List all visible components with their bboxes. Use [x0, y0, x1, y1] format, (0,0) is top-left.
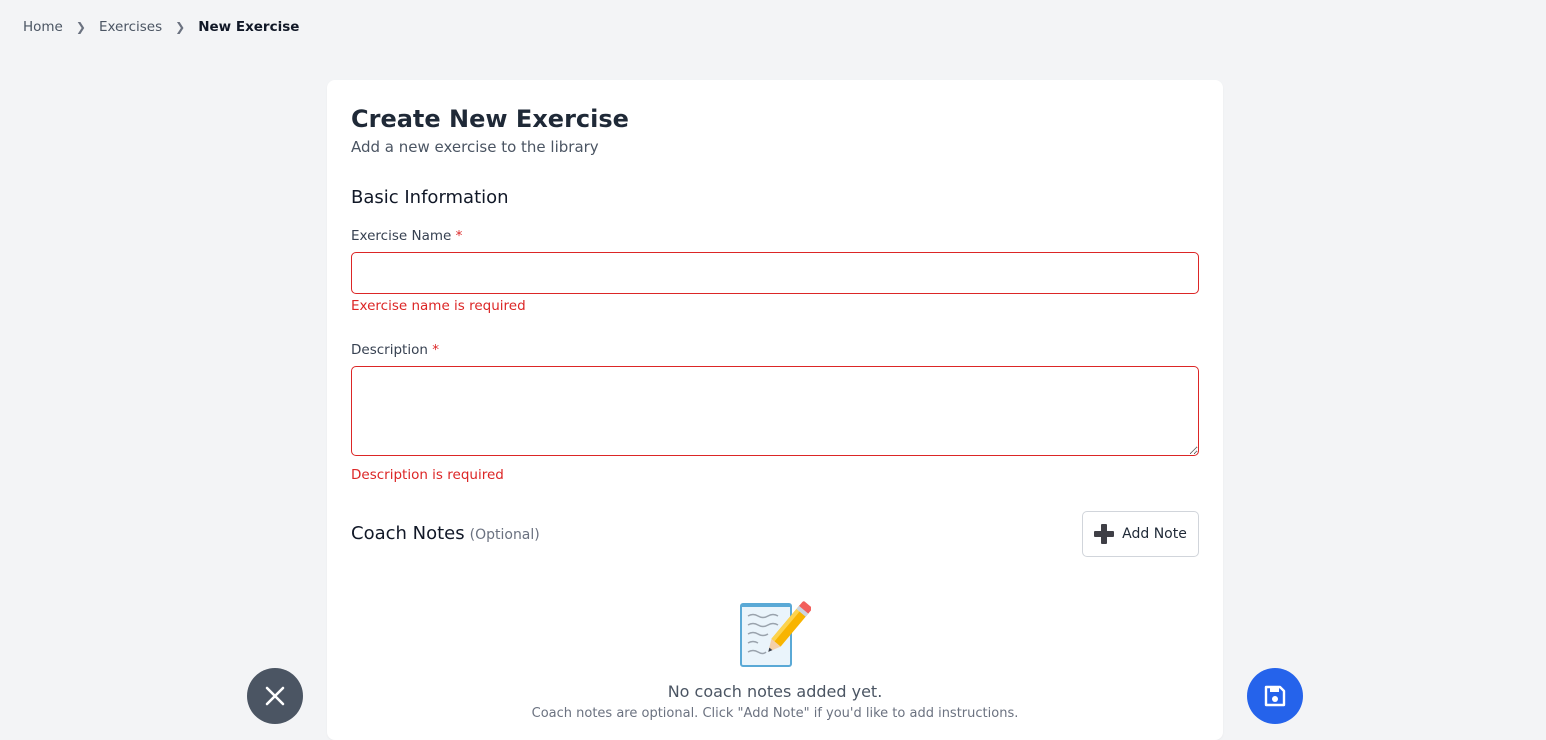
description-textarea[interactable]: [351, 366, 1199, 456]
plus-icon: [1094, 524, 1115, 544]
description-error: Description is required: [351, 467, 504, 483]
chevron-right-icon: ❯: [175, 20, 186, 34]
page-subtitle: Add a new exercise to the library: [351, 138, 599, 156]
add-note-label: Add Note: [1122, 526, 1187, 542]
empty-notes-subtitle: Coach notes are optional. Click "Add Not…: [531, 706, 1019, 721]
required-marker: *: [455, 228, 463, 244]
description-label-text: Description: [351, 342, 428, 358]
close-icon: [265, 686, 285, 706]
page-title: Create New Exercise: [351, 105, 629, 133]
breadcrumb-exercises[interactable]: Exercises: [99, 19, 162, 35]
required-marker: *: [432, 342, 439, 358]
exercise-name-label: Exercise Name *: [351, 228, 462, 244]
add-note-button[interactable]: Add Note: [1082, 511, 1199, 557]
breadcrumb-home[interactable]: Home: [23, 19, 63, 35]
description-label: Description *: [351, 342, 439, 358]
memo-pencil-icon: [740, 601, 811, 667]
breadcrumb: Home ❯ Exercises ❯ New Exercise: [23, 19, 299, 35]
exercise-form-card: Create New Exercise Add a new exercise t…: [327, 80, 1223, 740]
breadcrumb-current: New Exercise: [198, 19, 300, 35]
empty-notes-title: No coach notes added yet.: [667, 682, 883, 701]
exercise-name-error: Exercise name is required: [351, 298, 526, 314]
coach-notes-header: Coach Notes (Optional): [351, 523, 540, 544]
save-icon: [1264, 685, 1286, 707]
save-button[interactable]: [1247, 668, 1303, 724]
basic-info-heading: Basic Information: [351, 187, 509, 208]
cancel-button[interactable]: [247, 668, 303, 724]
optional-label: (Optional): [469, 527, 540, 543]
exercise-name-label-text: Exercise Name: [351, 228, 452, 244]
chevron-right-icon: ❯: [75, 20, 86, 34]
exercise-name-input[interactable]: [351, 252, 1199, 294]
coach-notes-title: Coach Notes: [351, 523, 465, 544]
